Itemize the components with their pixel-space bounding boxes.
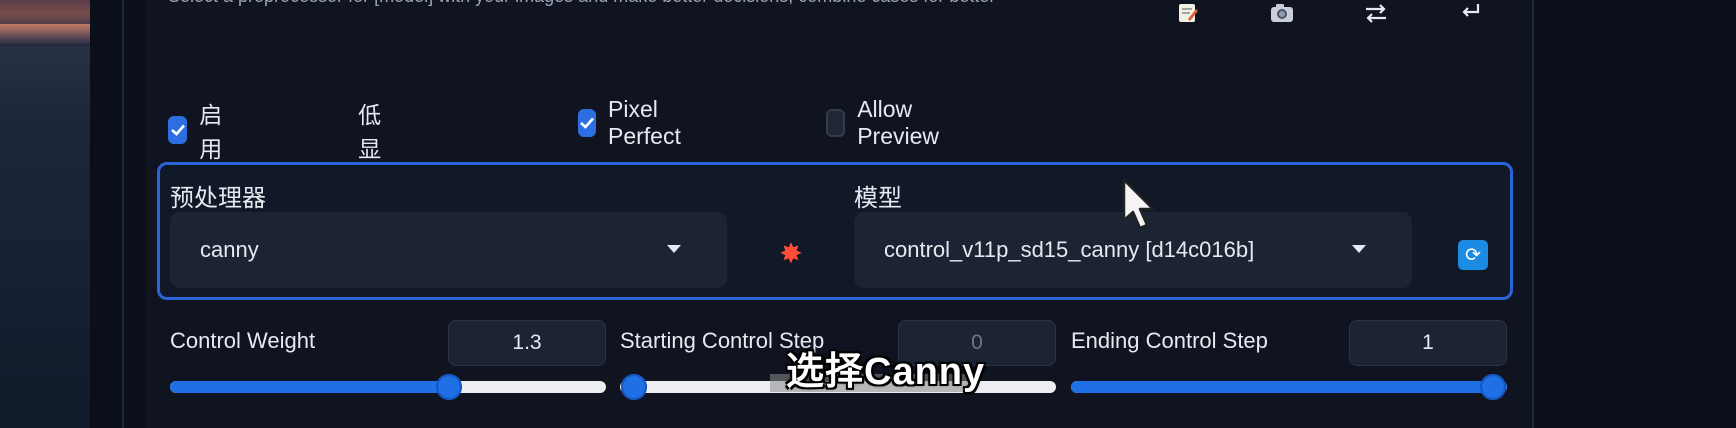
ending-step-input[interactable]: 1 <box>1349 320 1507 366</box>
enable-checkbox[interactable]: 启用 <box>168 96 231 164</box>
background-photo-strip <box>0 0 90 428</box>
control-weight-label: Control Weight <box>170 328 316 353</box>
allow-preview-label: Allow Preview <box>857 96 939 149</box>
model-value: control_v11p_sd15_canny [d14c016b] <box>884 237 1255 262</box>
checkbox-unchecked-icon[interactable] <box>826 109 846 137</box>
explosion-icon[interactable]: ✸ <box>776 238 806 269</box>
chevron-down-icon <box>1352 245 1366 253</box>
edit-note-icon[interactable] <box>1172 2 1204 24</box>
checkbox-checked-icon[interactable] <box>168 116 188 144</box>
control-weight-input[interactable]: 1.3 <box>448 320 606 366</box>
control-weight-slider[interactable] <box>170 381 606 393</box>
ending-step-slider[interactable] <box>1071 381 1507 393</box>
return-arrow-icon[interactable] <box>1454 2 1486 24</box>
right-margin <box>1534 0 1736 428</box>
starting-step-slider-handle[interactable] <box>621 374 647 400</box>
pixel-perfect-checkbox[interactable]: Pixel Perfect <box>578 96 691 150</box>
video-subtitle: 选择Canny <box>786 351 986 393</box>
chevron-down-icon <box>667 245 681 253</box>
control-weight-slider-handle[interactable] <box>436 374 462 400</box>
prompt-text: Select a preprocessor for [model] with y… <box>168 0 1068 8</box>
ending-step-slider-handle[interactable] <box>1480 374 1506 400</box>
model-label: 模型 <box>854 185 902 212</box>
preprocessor-label: 预处理器 <box>170 185 266 212</box>
checkbox-checked-icon[interactable] <box>578 109 596 137</box>
divider <box>122 0 124 428</box>
refresh-icon[interactable]: ⟳ <box>1458 240 1488 270</box>
swap-arrows-icon[interactable] <box>1360 2 1392 24</box>
allow-preview-checkbox[interactable]: Allow Preview <box>826 96 948 150</box>
mouse-cursor-icon <box>1122 178 1155 230</box>
preprocessor-value: canny <box>200 237 259 262</box>
enable-label: 启用 <box>199 102 223 162</box>
ending-step-label: Ending Control Step <box>1071 328 1268 353</box>
camera-icon[interactable] <box>1266 2 1298 24</box>
preprocessor-dropdown[interactable]: canny <box>170 212 727 288</box>
pixel-perfect-label: Pixel Perfect <box>608 96 681 149</box>
